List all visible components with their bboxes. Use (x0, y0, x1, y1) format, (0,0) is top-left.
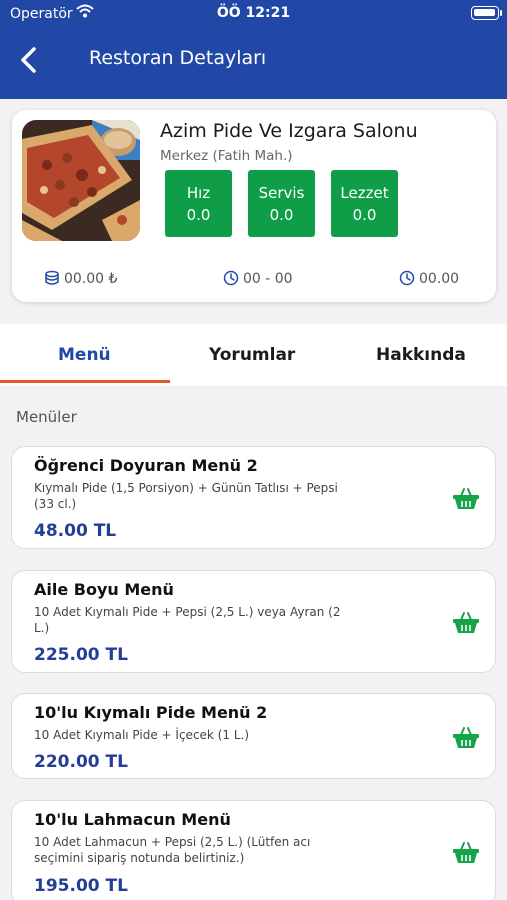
score-value: 0.0 (186, 206, 211, 224)
score-speed: Hız 0.0 (165, 170, 232, 237)
add-to-cart-button[interactable] (452, 726, 480, 750)
menu-item-title: 10'lu Kıymalı Pide Menü 2 (34, 703, 268, 722)
menu-item-title: Öğrenci Doyuran Menü 2 (34, 456, 258, 475)
basket-icon (453, 727, 479, 748)
add-to-cart-button[interactable] (452, 611, 480, 635)
tab-indicator (0, 380, 170, 383)
menu-item-price: 195.00 TL (34, 876, 128, 896)
menu-item-price: 220.00 TL (34, 752, 128, 772)
coins-icon (45, 270, 59, 285)
score-label: Servis (258, 184, 305, 202)
tab-reviews[interactable]: Yorumlar (209, 345, 295, 365)
basket-icon (453, 488, 479, 509)
clock-icon (223, 270, 239, 286)
basket-icon (453, 612, 479, 633)
menu-item-price: 48.00 TL (34, 521, 117, 541)
hours-value: 00 - 00 (243, 271, 293, 287)
clock-icon (399, 270, 415, 286)
menu-item-title: Aile Boyu Menü (34, 580, 174, 599)
restaurant-name: Azim Pide Ve Izgara Salonu (160, 120, 418, 142)
menu-item-title: 10'lu Lahmacun Menü (34, 810, 231, 829)
app-header: Operatör ÖÖ 12:21 Restoran Detayları (0, 0, 507, 99)
menu-item[interactable]: 10'lu Kıymalı Pide Menü 2 10 Adet Kıymal… (11, 693, 496, 779)
tab-menu[interactable]: Menü (58, 345, 111, 365)
battery-tip (500, 10, 502, 16)
tab-about[interactable]: Hakkında (376, 345, 466, 365)
menu-item-description: 10 Adet Lahmacun + Pepsi (2,5 L.) (Lütfe… (34, 835, 311, 865)
score-label: Lezzet (340, 184, 389, 202)
page-title: Restoran Detayları (89, 47, 267, 69)
restaurant-card: Azim Pide Ve Izgara Salonu Merkez (Fatih… (12, 110, 496, 302)
menu-item[interactable]: Aile Boyu Menü 10 Adet Kıymalı Pide + Pe… (11, 570, 496, 673)
score-value: 0.0 (352, 206, 377, 224)
status-time: ÖÖ 12:21 (216, 5, 291, 21)
battery-icon (471, 6, 499, 20)
back-button[interactable] (14, 44, 46, 76)
menu-item-price: 225.00 TL (34, 645, 128, 665)
menu-item-description: 10 Adet Kıymalı Pide + Pepsi (2,5 L.) ve… (34, 605, 341, 635)
tab-bar: Menü Yorumlar Hakkında (0, 324, 507, 386)
score-value: 0.0 (269, 206, 294, 224)
min-order-info: 00.00 ₺ (44, 270, 117, 287)
basket-icon (453, 842, 479, 863)
score-label: Hız (186, 184, 211, 202)
menu-item[interactable]: Öğrenci Doyuran Menü 2 Kıymalı Pide (1,5… (11, 446, 496, 549)
delivery-time-info: 00.00 (399, 270, 459, 287)
section-title: Menüler (16, 408, 77, 426)
status-bar: Operatör ÖÖ 12:21 (0, 0, 507, 28)
add-to-cart-button[interactable] (452, 841, 480, 865)
delivery-time-value: 00.00 (419, 271, 460, 287)
score-service: Servis 0.0 (248, 170, 315, 237)
chevron-left-icon (21, 47, 36, 73)
menu-item-description: 10 Adet Kıymalı Pide + İçecek (1 L.) (34, 728, 249, 742)
menu-item[interactable]: 10'lu Lahmacun Menü 10 Adet Lahmacun + P… (11, 800, 496, 900)
add-to-cart-button[interactable] (452, 487, 480, 511)
hours-info: 00 - 00 (223, 270, 293, 287)
min-order-value: 00.00 ₺ (64, 271, 118, 287)
menu-item-description: Kıymalı Pide (1,5 Porsiyon) + Günün Tatl… (34, 481, 338, 511)
restaurant-image (22, 120, 140, 241)
score-taste: Lezzet 0.0 (331, 170, 398, 237)
restaurant-address: Merkez (Fatih Mah.) (160, 148, 293, 164)
